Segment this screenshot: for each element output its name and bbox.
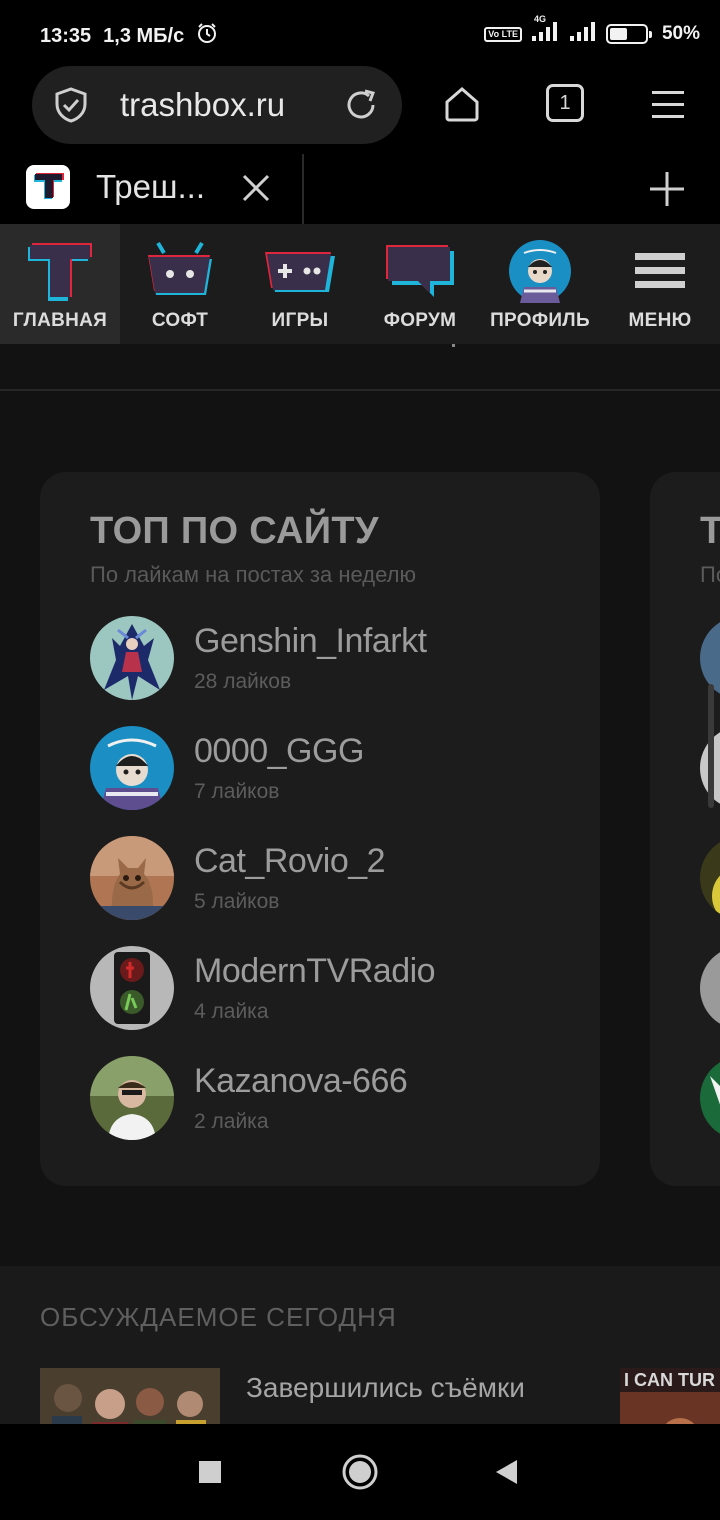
- android-robot-icon: [142, 238, 218, 304]
- hamburger-icon: [622, 238, 698, 304]
- discussed-today-section: ОБСУЖДАЕМОЕ СЕГОДНЯ Завершились съёмки I…: [0, 1266, 720, 1424]
- reload-icon[interactable]: [342, 86, 380, 124]
- url-text[interactable]: trashbox.ru: [120, 86, 285, 124]
- battery-fill: [609, 28, 627, 40]
- user-row[interactable]: Genshin_Infarkt 28 лайков: [90, 616, 570, 706]
- page-content: ТОП ПО САЙТУ По лайкам на постах за неде…: [0, 344, 720, 1424]
- site-navigation: ГЛАВНАЯ СОФТ ИГРЫ ФОРУМ ПРОФИЛЬ МЕНЮ: [0, 224, 720, 344]
- nav-item-forum[interactable]: ФОРУМ: [360, 224, 480, 344]
- user-likes: 7 лайков: [194, 780, 280, 803]
- home-button[interactable]: [340, 1452, 380, 1492]
- new-tab-icon[interactable]: [646, 168, 688, 210]
- peek-card-title: Т: [700, 510, 720, 552]
- card-subtitle: По лайкам на постах за неделю: [90, 562, 416, 587]
- close-tab-icon[interactable]: [238, 170, 274, 206]
- tab-count: 1: [559, 91, 571, 114]
- scroll-marker: [452, 344, 455, 347]
- avatar[interactable]: [700, 1056, 720, 1140]
- article-title[interactable]: Завершились съёмки: [246, 1372, 525, 1404]
- clock: 13:35: [40, 24, 92, 47]
- user-likes: 28 лайков: [194, 670, 292, 693]
- signal-icon: [568, 20, 598, 48]
- scrollbar-handle[interactable]: [708, 684, 714, 808]
- nav-item-games[interactable]: ИГРЫ: [240, 224, 360, 344]
- browser-tab[interactable]: Треш...: [0, 154, 304, 224]
- status-bar: 13:35 1,3 МБ/с Vo LTE 4G 50%: [0, 0, 720, 66]
- user-row[interactable]: ModernTVRadio 4 лайка: [90, 946, 570, 1036]
- avatar[interactable]: [90, 946, 174, 1030]
- shield-icon[interactable]: [52, 86, 90, 124]
- nav-label-soft: СОФТ: [151, 310, 209, 331]
- top-users-card: ТОП ПО САЙТУ По лайкам на постах за неде…: [40, 472, 600, 1186]
- system-navigation-bar: [0, 1424, 720, 1520]
- browser-menu-icon[interactable]: [648, 84, 688, 124]
- address-bar[interactable]: trashbox.ru: [32, 66, 402, 144]
- peek-card-subtitle: По: [700, 562, 720, 587]
- user-name[interactable]: ModernTVRadio: [194, 952, 436, 991]
- nav-label-profile: ПРОФИЛЬ: [490, 310, 590, 331]
- volte-icon: Vo LTE: [484, 26, 522, 42]
- battery-percent: 50%: [661, 23, 700, 44]
- user-row[interactable]: Cat_Rovio_2 5 лайков: [90, 836, 570, 926]
- tab-strip: Треш...: [0, 154, 720, 224]
- user-likes: 2 лайка: [194, 1110, 269, 1133]
- avatar[interactable]: [90, 1056, 174, 1140]
- section-divider: [0, 389, 720, 391]
- user-name[interactable]: Kazanova-666: [194, 1062, 408, 1101]
- article-thumbnail[interactable]: [40, 1368, 220, 1424]
- nav-item-soft[interactable]: СОФТ: [120, 224, 240, 344]
- avatar[interactable]: [90, 836, 174, 920]
- user-name[interactable]: 0000_GGG: [194, 732, 364, 771]
- alarm-icon: [196, 22, 218, 50]
- nav-label-forum: ФОРУМ: [383, 310, 457, 331]
- avatar[interactable]: [90, 616, 174, 700]
- signal-4g-icon: 4G: [530, 14, 560, 48]
- trashbox-favicon-icon: [26, 165, 70, 209]
- nav-item-menu[interactable]: МЕНЮ: [600, 224, 720, 344]
- user-likes: 4 лайка: [194, 1000, 269, 1023]
- gamepad-icon: [262, 238, 338, 304]
- network-type: 4G: [533, 14, 546, 24]
- section-heading: ОБСУЖДАЕМОЕ СЕГОДНЯ: [40, 1302, 397, 1332]
- back-button[interactable]: [490, 1452, 522, 1492]
- avatar[interactable]: [700, 946, 720, 1030]
- article-thumbnail[interactable]: I CAN TUR: [620, 1368, 720, 1424]
- thumbnail-caption: I CAN TUR: [624, 1370, 715, 1390]
- nav-item-profile[interactable]: ПРОФИЛЬ: [480, 224, 600, 344]
- avatar[interactable]: [700, 836, 720, 920]
- recents-button[interactable]: [196, 1452, 224, 1492]
- nav-label-games: ИГРЫ: [271, 310, 329, 331]
- profile-avatar-icon: [502, 238, 578, 304]
- battery-icon: [605, 24, 652, 44]
- user-likes: 5 лайков: [194, 890, 280, 913]
- nav-label-menu: МЕНЮ: [628, 310, 692, 331]
- user-row[interactable]: Kazanova-666 2 лайка: [90, 1056, 570, 1146]
- nav-item-home[interactable]: ГЛАВНАЯ: [0, 224, 120, 344]
- tab-title: Треш...: [96, 168, 205, 205]
- avatar[interactable]: [90, 726, 174, 810]
- user-name[interactable]: Cat_Rovio_2: [194, 842, 386, 881]
- home-icon[interactable]: [440, 82, 484, 126]
- user-row[interactable]: 0000_GGG 7 лайков: [90, 726, 570, 816]
- network-speed: 1,3 МБ/с: [103, 24, 185, 47]
- speech-bubble-icon: [382, 238, 458, 304]
- user-name[interactable]: Genshin_Infarkt: [194, 622, 427, 661]
- tabs-counter-button[interactable]: 1: [546, 84, 584, 122]
- card-title: ТОП ПО САЙТУ: [90, 510, 379, 552]
- trashbox-logo-icon: [22, 238, 98, 304]
- nav-label-home: ГЛАВНАЯ: [12, 310, 108, 331]
- next-card-peek[interactable]: Т По: [650, 472, 720, 1186]
- browser-toolbar: trashbox.ru 1: [0, 66, 720, 154]
